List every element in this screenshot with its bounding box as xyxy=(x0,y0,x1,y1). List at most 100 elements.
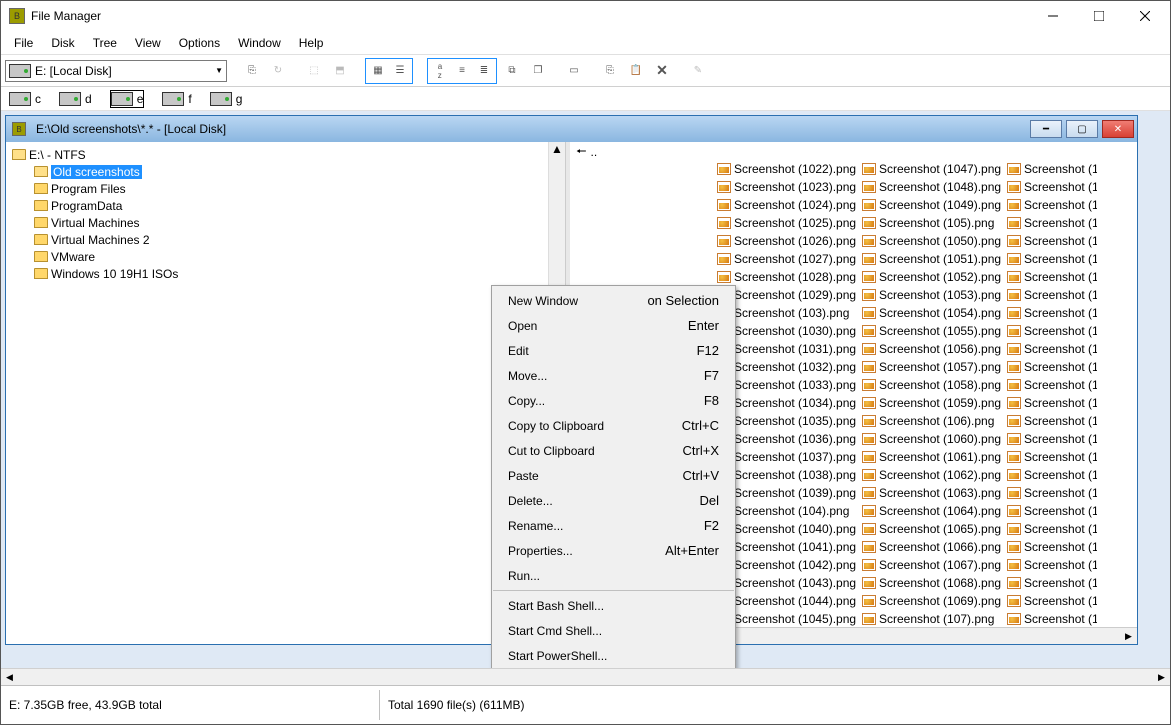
file-item[interactable]: Screenshot (1044).png xyxy=(717,592,862,610)
file-item[interactable]: Screenshot (1058).png xyxy=(862,376,1007,394)
tree-item[interactable]: Virtual Machines xyxy=(8,214,563,231)
drive-selector[interactable]: E: [Local Disk] ▼ xyxy=(5,60,227,82)
file-item[interactable]: Screenshot (1054).png xyxy=(862,304,1007,322)
file-item[interactable]: Screenshot (1029).png xyxy=(717,286,862,304)
file-item[interactable]: Screenshot (1053).png xyxy=(862,286,1007,304)
file-item[interactable]: Screenshot (1049).png xyxy=(862,196,1007,214)
context-menu-item[interactable]: Delete...Del xyxy=(492,488,735,513)
file-item[interactable]: Screenshot (1040).png xyxy=(717,520,862,538)
context-menu-item[interactable]: Properties...Alt+Enter xyxy=(492,538,735,563)
tree-item[interactable]: VMware xyxy=(8,248,563,265)
toolbar-btn-4[interactable]: ⬒ xyxy=(329,60,351,82)
file-item[interactable]: Screenshot (1062).png xyxy=(862,466,1007,484)
file-item[interactable]: Screenshot (1032).png xyxy=(717,358,862,376)
up-directory[interactable]: 🠔 .. xyxy=(572,144,1137,160)
file-item[interactable]: Screenshot (1 xyxy=(1007,556,1097,574)
toolbar-btn-copy[interactable]: ⧉ xyxy=(501,60,523,82)
toolbar-btn-3[interactable]: ⬚ xyxy=(303,60,325,82)
file-item[interactable]: Screenshot (1 xyxy=(1007,610,1097,628)
file-item[interactable]: Screenshot (1 xyxy=(1007,250,1097,268)
maximize-button[interactable] xyxy=(1076,1,1122,31)
file-item[interactable]: Screenshot (1033).png xyxy=(717,376,862,394)
file-item[interactable]: Screenshot (1035).png xyxy=(717,412,862,430)
file-item[interactable]: Screenshot (1 xyxy=(1007,286,1097,304)
context-menu-item[interactable]: Copy...F8 xyxy=(492,388,735,413)
file-item[interactable]: Screenshot (1039).png xyxy=(717,484,862,502)
file-item[interactable]: Screenshot (1 xyxy=(1007,412,1097,430)
menu-disk[interactable]: Disk xyxy=(42,33,83,53)
file-item[interactable]: Screenshot (1066).png xyxy=(862,538,1007,556)
file-item[interactable]: Screenshot (1 xyxy=(1007,502,1097,520)
drive-tab-d[interactable]: d xyxy=(59,90,92,108)
file-item[interactable]: Screenshot (1 xyxy=(1007,178,1097,196)
context-menu-item[interactable]: Run... xyxy=(492,563,735,588)
file-item[interactable]: Screenshot (1037).png xyxy=(717,448,862,466)
context-menu-item[interactable]: Start Cmd Shell... xyxy=(492,618,735,643)
tree-item[interactable]: Windows 10 19H1 ISOs xyxy=(8,265,563,282)
file-item[interactable]: Screenshot (1057).png xyxy=(862,358,1007,376)
file-item[interactable]: Screenshot (1 xyxy=(1007,268,1097,286)
drive-tab-f[interactable]: f xyxy=(162,90,191,108)
file-item[interactable]: Screenshot (1 xyxy=(1007,448,1097,466)
toolbar-btn-paste[interactable]: 📋 xyxy=(625,60,647,82)
mdi-titlebar[interactable]: B E:\Old screenshots\*.* - [Local Disk] … xyxy=(6,116,1137,142)
menu-file[interactable]: File xyxy=(5,33,42,53)
file-item[interactable]: Screenshot (1042).png xyxy=(717,556,862,574)
scroll-up-icon[interactable]: ▲ xyxy=(549,142,565,159)
file-item[interactable]: Screenshot (1036).png xyxy=(717,430,862,448)
file-item[interactable]: Screenshot (1 xyxy=(1007,304,1097,322)
file-item[interactable]: Screenshot (1060).png xyxy=(862,430,1007,448)
folder-tree[interactable]: E:\ - NTFSOld screenshotsProgram FilesPr… xyxy=(6,142,566,644)
close-button[interactable] xyxy=(1122,1,1168,31)
file-item[interactable]: Screenshot (1 xyxy=(1007,340,1097,358)
file-item[interactable]: Screenshot (1063).png xyxy=(862,484,1007,502)
context-menu-item[interactable]: Cut to ClipboardCtrl+X xyxy=(492,438,735,463)
tree-item[interactable]: Old screenshots xyxy=(8,163,563,180)
file-item[interactable]: Screenshot (1027).png xyxy=(717,250,862,268)
toolbar-btn-window[interactable]: ❐ xyxy=(527,60,549,82)
sort-name-button[interactable]: az xyxy=(429,60,451,82)
file-item[interactable]: Screenshot (103).png xyxy=(717,304,862,322)
sort-type-button[interactable]: ≡ xyxy=(451,60,473,82)
mdi-maximize-button[interactable]: ▢ xyxy=(1066,120,1098,138)
drive-tab-c[interactable]: c xyxy=(9,90,41,108)
file-item[interactable]: Screenshot (104).png xyxy=(717,502,862,520)
menu-help[interactable]: Help xyxy=(290,33,333,53)
file-item[interactable]: Screenshot (105).png xyxy=(862,214,1007,232)
tree-item[interactable]: Virtual Machines 2 xyxy=(8,231,563,248)
file-item[interactable]: Screenshot (107).png xyxy=(862,610,1007,628)
file-item[interactable]: Screenshot (1 xyxy=(1007,376,1097,394)
file-item[interactable]: Screenshot (1 xyxy=(1007,484,1097,502)
toolbar-btn-2[interactable]: ↻ xyxy=(267,60,289,82)
context-menu-item[interactable]: EditF12 xyxy=(492,338,735,363)
file-item[interactable]: Screenshot (1028).png xyxy=(717,268,862,286)
context-menu-item[interactable]: Rename...F2 xyxy=(492,513,735,538)
file-item[interactable]: Screenshot (1 xyxy=(1007,520,1097,538)
scroll-right-icon[interactable]: ▶ xyxy=(1120,628,1137,645)
minimize-button[interactable] xyxy=(1030,1,1076,31)
scroll-right-icon[interactable]: ▶ xyxy=(1153,669,1170,686)
file-item[interactable]: Screenshot (1047).png xyxy=(862,160,1007,178)
context-menu-item[interactable]: Start PowerShell... xyxy=(492,643,735,668)
file-item[interactable]: Screenshot (1 xyxy=(1007,574,1097,592)
tree-root[interactable]: E:\ - NTFS xyxy=(8,146,563,163)
file-item[interactable]: Screenshot (1068).png xyxy=(862,574,1007,592)
sort-size-button[interactable]: ≣ xyxy=(473,60,495,82)
context-menu-item[interactable]: PasteCtrl+V xyxy=(492,463,735,488)
file-item[interactable]: Screenshot (1064).png xyxy=(862,502,1007,520)
menu-tree[interactable]: Tree xyxy=(84,33,126,53)
file-item[interactable]: Screenshot (1030).png xyxy=(717,322,862,340)
mdi-close-button[interactable]: ✕ xyxy=(1102,120,1134,138)
toolbar-btn-delete[interactable]: ✕ xyxy=(651,60,673,82)
file-item[interactable]: Screenshot (1043).png xyxy=(717,574,862,592)
file-item[interactable]: Screenshot (106).png xyxy=(862,412,1007,430)
toolbar-btn-edit[interactable]: ✎ xyxy=(687,60,709,82)
context-menu-item[interactable]: OpenEnter xyxy=(492,313,735,338)
context-menu-item[interactable]: Move...F7 xyxy=(492,363,735,388)
file-item[interactable]: Screenshot (1031).png xyxy=(717,340,862,358)
file-item[interactable]: Screenshot (1 xyxy=(1007,232,1097,250)
file-item[interactable]: Screenshot (1048).png xyxy=(862,178,1007,196)
file-item[interactable]: Screenshot (1 xyxy=(1007,214,1097,232)
file-item[interactable]: Screenshot (1067).png xyxy=(862,556,1007,574)
context-menu-item[interactable]: Copy to ClipboardCtrl+C xyxy=(492,413,735,438)
